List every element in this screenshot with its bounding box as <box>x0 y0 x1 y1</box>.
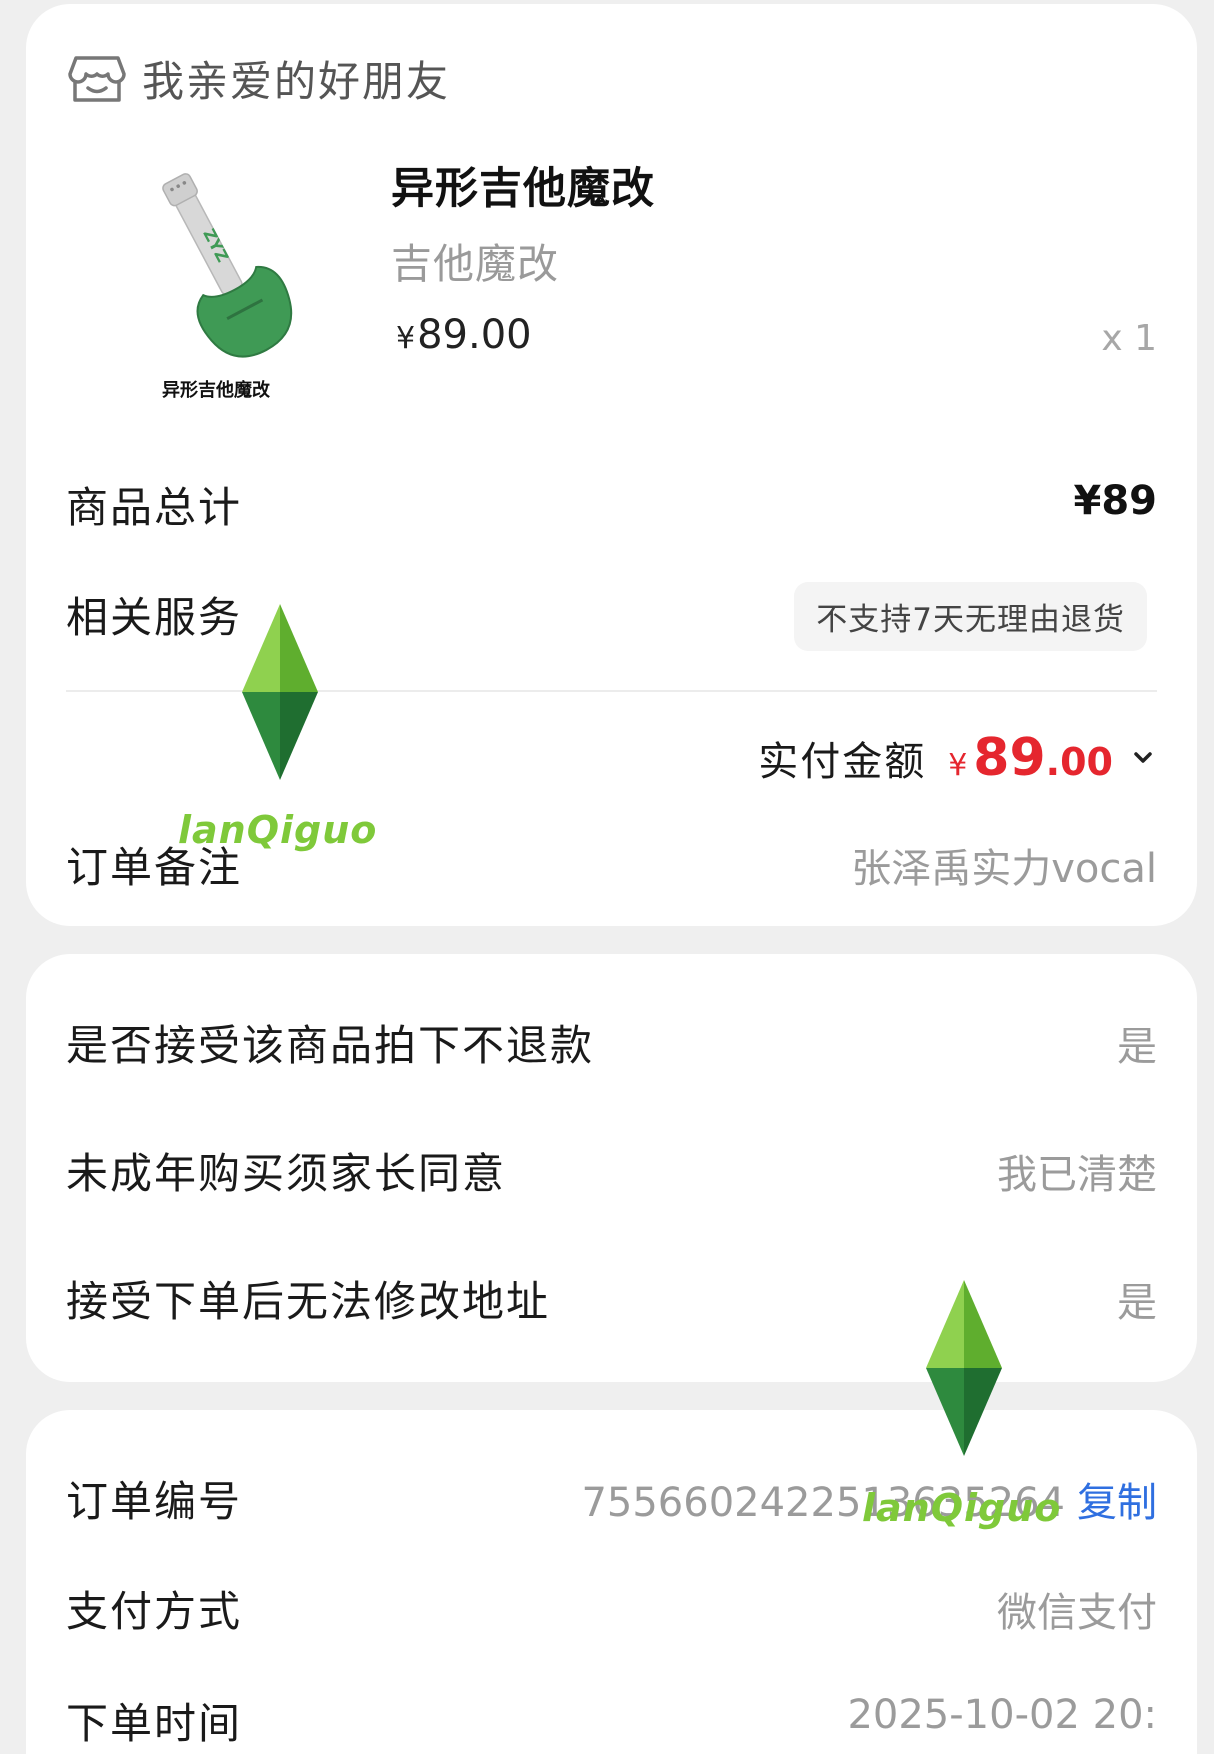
product-image[interactable]: ZYZ 异形吉他魔改 <box>126 164 326 414</box>
order-info-card: 订单编号 7556602422513635264 复制 支付方式 微信支付 下单时… <box>26 1410 1197 1754</box>
agreements-card: 是否接受该商品拍下不退款 是 未成年购买须家长同意 我已清楚 接受下单后无法修改… <box>26 954 1197 1382</box>
order-number-label: 订单编号 <box>66 1477 243 1526</box>
paid-label: 实付金额 <box>758 739 927 785</box>
agreement-value: 是 <box>1117 1024 1157 1070</box>
product-quantity: x 1 <box>1101 318 1157 359</box>
product-image-caption: 异形吉他魔改 <box>162 379 271 401</box>
shop-icon <box>68 55 126 102</box>
total-label: 商品总计 <box>66 483 243 532</box>
product-title[interactable]: 异形吉他魔改 <box>391 154 655 216</box>
price-currency: ¥ <box>396 321 416 356</box>
paid-amount-int: 89 <box>973 728 1046 788</box>
service-badge[interactable]: 不支持7天无理由退货 <box>794 582 1147 651</box>
agreement-label: 接受下单后无法修改地址 <box>66 1277 551 1326</box>
pay-method-label: 支付方式 <box>66 1587 243 1636</box>
agreement-label: 未成年购买须家长同意 <box>66 1149 507 1198</box>
chevron-down-icon[interactable] <box>1129 744 1157 772</box>
paid-amount-row[interactable]: 实付金额 ¥ 89 .00 <box>758 728 1157 788</box>
watermark-text: lanQiguo <box>862 1486 1062 1530</box>
service-label: 相关服务 <box>66 593 243 642</box>
paid-amount-dec: .00 <box>1045 740 1113 784</box>
product-sku: 吉他魔改 <box>391 240 559 288</box>
plumbob-watermark-icon <box>926 1280 1002 1456</box>
order-product-card: 我亲爱的好朋友 ZYZ 异形吉他魔改 异形吉他魔改 吉他魔改 ¥89.00 x … <box>26 4 1197 926</box>
agreement-value: 我已清楚 <box>997 1152 1157 1198</box>
guitar-product-image: ZYZ 异形吉他魔改 <box>162 173 293 401</box>
agreement-value: 是 <box>1117 1280 1157 1326</box>
shop-header[interactable]: 我亲爱的好朋友 <box>68 48 450 109</box>
remark-value[interactable]: 张泽禹实力vocal <box>851 836 1157 894</box>
divider <box>66 690 1157 692</box>
pay-method-value: 微信支付 <box>997 1590 1157 1636</box>
order-time-label: 下单时间 <box>66 1699 243 1748</box>
watermark-text: lanQiguo <box>178 808 378 852</box>
price-amount: 89.00 <box>417 312 532 358</box>
total-value: ¥89 <box>1073 478 1158 524</box>
product-price: ¥89.00 <box>396 312 532 358</box>
plumbob-watermark-icon <box>242 604 318 780</box>
paid-currency: ¥ <box>948 748 968 783</box>
agreement-label: 是否接受该商品拍下不退款 <box>66 1021 595 1070</box>
copy-button[interactable]: 复制 <box>1077 1480 1157 1526</box>
order-time-value: 2025-10-02 20: <box>847 1692 1157 1738</box>
shop-name: 我亲爱的好朋友 <box>142 57 451 106</box>
